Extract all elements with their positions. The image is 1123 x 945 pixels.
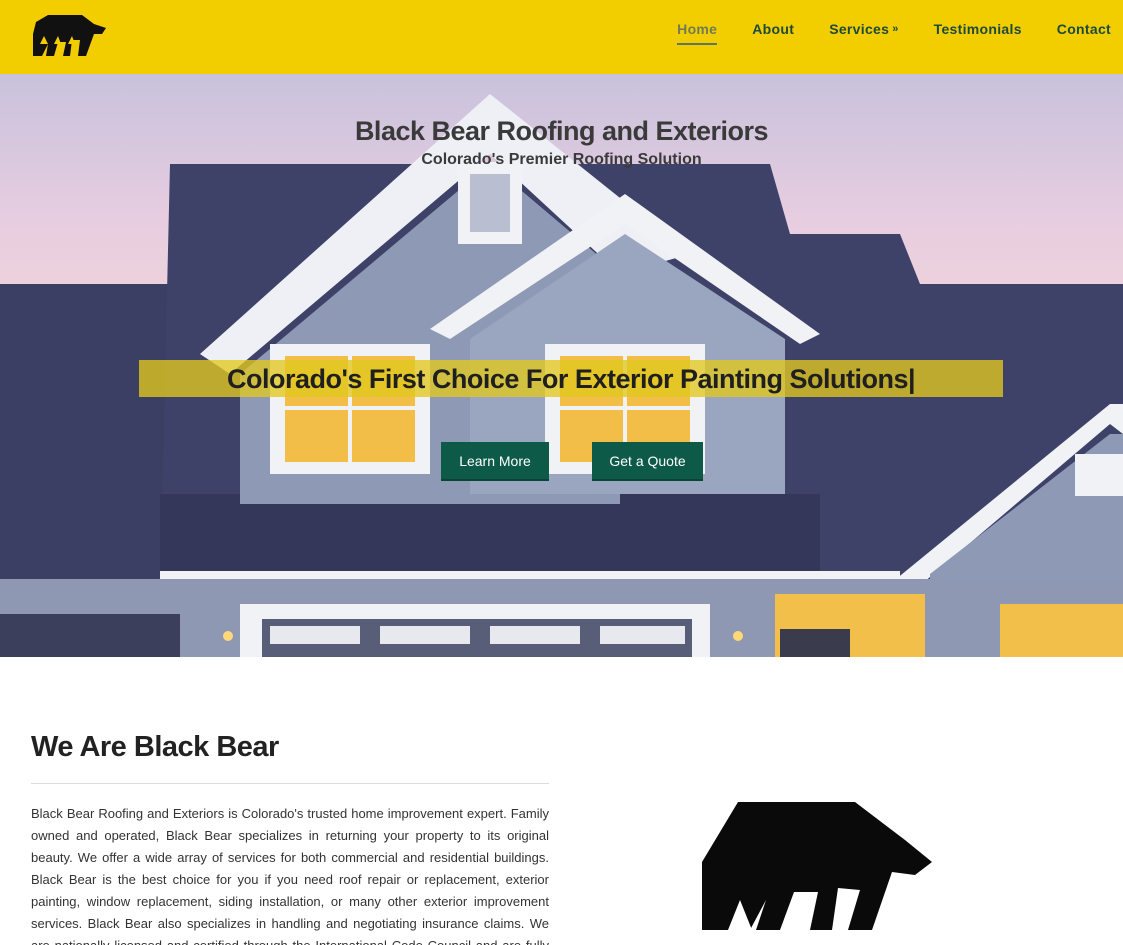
double-chevron-down-icon: » [892,23,899,35]
nav-testimonials[interactable]: Testimonials [934,0,1022,37]
about-paragraph: Black Bear Roofing and Exteriors is Colo… [31,806,549,945]
hero-subtitle: Colorado's Premier Roofing Solution [421,151,702,168]
main-nav: Home About Services» Testimonials Contac… [642,0,1111,74]
tagline-text: Colorado's First Choice For Exterior Pai… [226,364,916,394]
about-heading: We Are Black Bear [31,731,279,763]
nav-services[interactable]: Services» [829,0,898,37]
hero-title: Black Bear Roofing and Exteriors [354,116,769,146]
learn-more-button[interactable]: Learn More [441,442,549,481]
nav-contact[interactable]: Contact [1057,0,1111,37]
bear-illustration [702,802,932,930]
nav-about[interactable]: About [752,0,794,37]
tagline-banner: Colorado's First Choice For Exterior Pai… [139,360,1003,397]
get-quote-button[interactable]: Get a Quote [592,442,703,481]
nav-home[interactable]: Home [677,0,718,45]
hero-section: Black Bear Roofing and Exteriors Colorad… [0,74,1123,657]
divider [31,783,549,784]
site-header: Home About Services» Testimonials Contac… [0,0,1123,74]
bear-logo-icon[interactable] [30,12,108,58]
